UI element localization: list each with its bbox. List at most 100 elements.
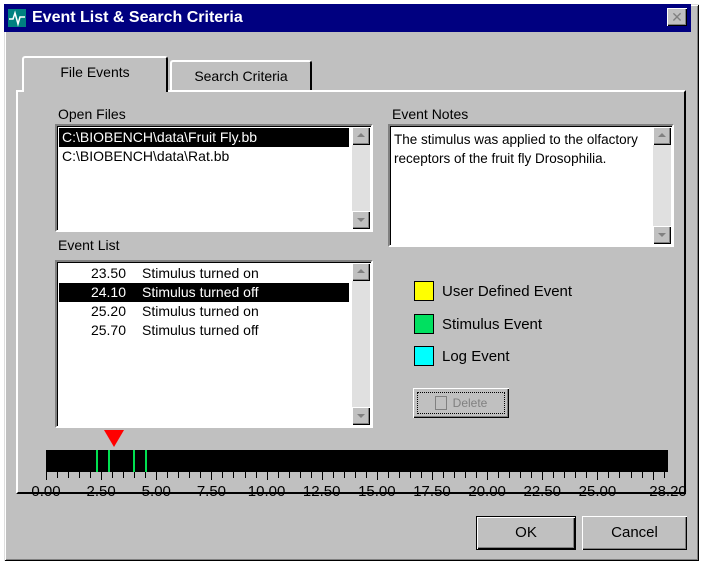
arrow-up-icon [658, 133, 666, 137]
open-files-scrollbar[interactable] [352, 127, 370, 229]
legend-log: Log Event [414, 343, 510, 369]
tab-file-events[interactable]: File Events [22, 56, 168, 92]
axis-tick [509, 472, 511, 478]
stimulus-event-marker[interactable] [107, 450, 110, 472]
axis-tick [487, 472, 489, 480]
scroll-down-button[interactable] [352, 211, 370, 229]
scroll-down-button[interactable] [653, 226, 671, 244]
axis-tick [222, 472, 224, 478]
event-time: 25.20 [90, 303, 126, 319]
legend-user-defined: User Defined Event [414, 278, 572, 304]
arrow-up-icon [357, 133, 365, 137]
scroll-up-button[interactable] [653, 127, 671, 145]
axis-tick [68, 472, 70, 478]
stimulus-swatch [414, 314, 434, 334]
axis-tick [90, 472, 92, 478]
arrow-down-icon [357, 414, 365, 418]
axis-tick [641, 472, 643, 478]
close-icon: ✕ [671, 9, 683, 25]
stimulus-event-marker[interactable] [133, 450, 136, 472]
axis-tick [443, 472, 445, 478]
axis-tick [288, 472, 290, 478]
stimulus-event-marker[interactable] [145, 450, 148, 472]
axis-tick [531, 472, 533, 478]
axis-tick [332, 472, 334, 478]
axis-tick [365, 472, 367, 478]
close-button[interactable]: ✕ [667, 8, 687, 26]
scroll-up-button[interactable] [352, 263, 370, 281]
event-row[interactable]: 24.10 Stimulus turned off [59, 283, 349, 302]
event-notes-scrollbar[interactable] [653, 127, 671, 244]
legend-label: Stimulus Event [442, 315, 543, 333]
cancel-button[interactable]: Cancel [582, 516, 687, 550]
tab-search-criteria[interactable]: Search Criteria [170, 60, 312, 90]
waveform-icon [8, 9, 26, 27]
timeline-cursor-icon[interactable] [104, 430, 125, 447]
axis-tick [409, 472, 411, 478]
axis-tick [431, 472, 433, 480]
axis-tick [476, 472, 478, 478]
axis-tick [553, 472, 555, 478]
event-description: Stimulus turned off [142, 284, 259, 300]
axis-tick [376, 472, 378, 480]
axis-tick [277, 472, 279, 478]
axis-tick [244, 472, 246, 478]
axis-tick [520, 472, 522, 478]
axis-tick [564, 472, 566, 478]
axis-tick [189, 472, 191, 478]
axis-tick [597, 472, 599, 480]
axis-tick-label: 28.20 [649, 483, 687, 500]
axis-tick-label: 17.50 [413, 483, 451, 500]
event-timeline[interactable] [46, 450, 668, 472]
event-description: Stimulus turned off [142, 322, 259, 338]
event-row[interactable]: 25.20 Stimulus turned on [59, 302, 349, 321]
axis-tick-label: 2.50 [86, 483, 116, 500]
list-item[interactable]: C:\BIOBENCH\data\Fruit Fly.bb [59, 128, 349, 147]
event-list[interactable]: 23.50 Stimulus turned on 24.10 Stimulus tu… [55, 260, 373, 428]
focus-rect [417, 392, 505, 414]
event-time: 23.50 [90, 265, 126, 281]
ok-button[interactable]: OK [476, 516, 576, 550]
scroll-down-button[interactable] [352, 407, 370, 425]
list-item[interactable]: C:\BIOBENCH\data\Rat.bb [59, 147, 349, 166]
axis-tick [299, 472, 301, 478]
axis-tick-label: 22.50 [523, 483, 562, 500]
axis-tick-label: 10.00 [247, 483, 286, 500]
axis-tick [211, 472, 213, 480]
axis-tick [233, 472, 235, 478]
axis-tick [112, 472, 114, 478]
event-row[interactable]: 23.50 Stimulus turned on [59, 264, 349, 283]
axis-tick [542, 472, 544, 480]
arrow-down-icon [357, 218, 365, 222]
title-bar[interactable]: Event List & Search Criteria ✕ [4, 4, 691, 32]
event-notes-textarea[interactable]: The stimulus was applied to the olfactor… [388, 124, 674, 247]
open-files-list[interactable]: C:\BIOBENCH\data\Fruit Fly.bb C:\BIOBENC… [55, 124, 373, 232]
axis-tick-label: 25.00 [578, 483, 617, 500]
delete-button[interactable]: Delete [413, 388, 509, 418]
stimulus-event-marker[interactable] [95, 450, 98, 472]
axis-tick-label: 7.50 [196, 483, 227, 500]
axis-tick [652, 472, 654, 480]
event-description: Stimulus turned on [142, 265, 259, 281]
event-row[interactable]: 25.70 Stimulus turned off [59, 321, 349, 340]
axis-tick [465, 472, 467, 478]
axis-tick [420, 472, 422, 478]
axis-tick [167, 472, 169, 478]
axis-tick-label: 15.00 [358, 483, 396, 500]
axis-tick [145, 472, 147, 478]
user-defined-swatch [414, 281, 434, 301]
legend-stimulus: Stimulus Event [414, 311, 542, 337]
event-time: 24.10 [90, 284, 126, 300]
event-time: 25.70 [90, 322, 126, 338]
scroll-up-button[interactable] [352, 127, 370, 145]
axis-tick [57, 472, 59, 478]
open-files-label: Open Files [58, 106, 126, 122]
axis-tick [200, 472, 202, 478]
axis-tick [156, 472, 158, 480]
axis-tick [134, 472, 136, 478]
axis-tick [266, 472, 268, 480]
axis-tick [46, 472, 47, 480]
axis-tick-label: 5.00 [141, 483, 171, 500]
arrow-up-icon [357, 269, 365, 273]
event-list-scrollbar[interactable] [352, 263, 370, 425]
